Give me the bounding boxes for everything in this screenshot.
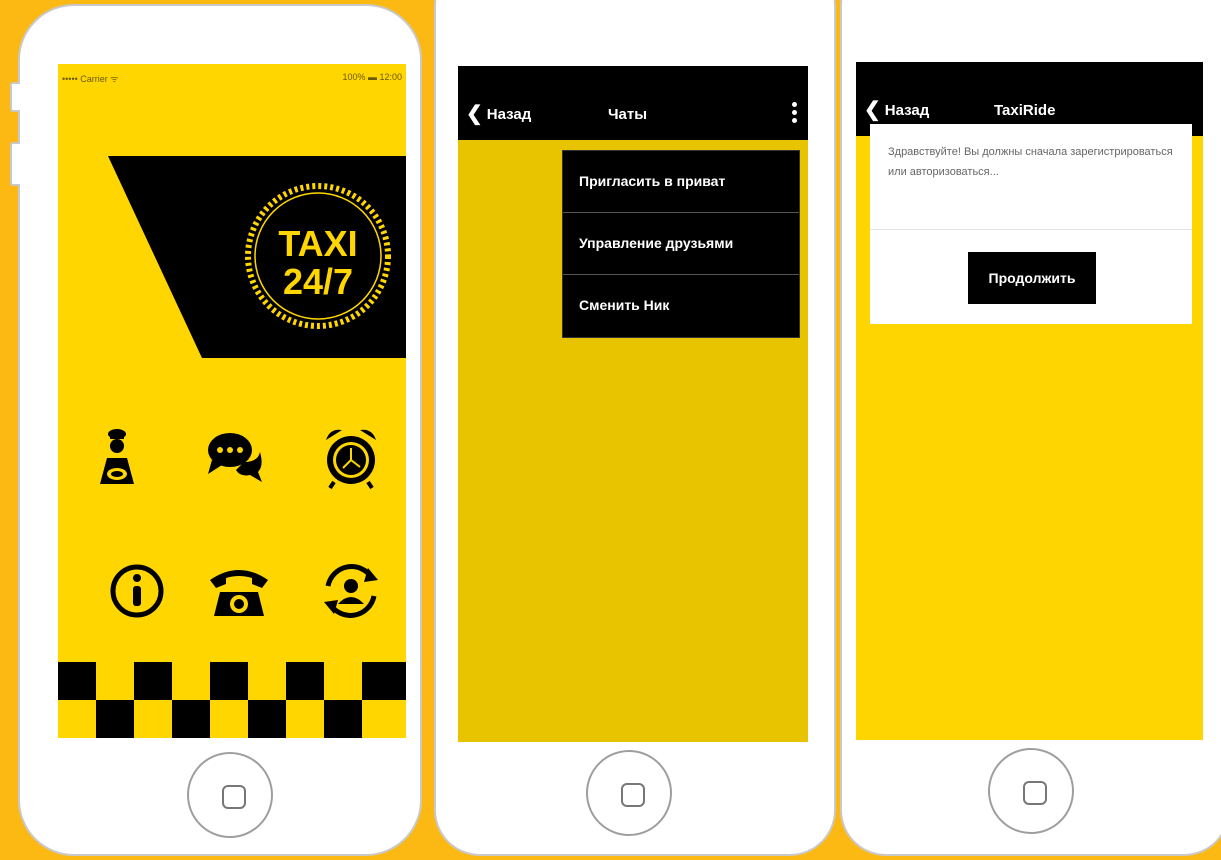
continue-button[interactable]: Продолжить: [968, 252, 1096, 304]
home-screen: ••••• Carrier ᯤ 100% ▬ 12:00 TAXI 24/7: [58, 64, 406, 738]
status-bar: ••••• Carrier ᯤ 100% ▬ 12:00: [58, 64, 406, 86]
page-title: Чаты: [608, 106, 648, 123]
logo-text-taxi: TAXI: [278, 223, 357, 264]
more-menu-icon[interactable]: [790, 102, 798, 128]
phone-mockup-home: ••••• Carrier ᯤ 100% ▬ 12:00 TAXI 24/7: [18, 4, 422, 856]
back-label: Назад: [486, 105, 532, 123]
dropdown-menu: Пригласить в приват Управление друзьями …: [562, 150, 800, 338]
nav-bar: ❮ Назад Чаты: [458, 66, 808, 140]
info-icon[interactable]: [102, 556, 172, 626]
chats-screen: ❮ Назад Чаты Пригласить в приват Управле…: [458, 66, 808, 742]
checker-strip: [58, 662, 406, 738]
phone-mockup-taxiride: ❮ Назад TaxiRide Здравствуйте! Вы должны…: [840, 0, 1221, 856]
menu-item-manage-friends[interactable]: Управление друзьями: [563, 213, 799, 275]
auth-dialog: Здравствуйте! Вы должны сначала зарегист…: [870, 124, 1192, 324]
side-button: [10, 142, 20, 186]
menu-item-invite-private[interactable]: Пригласить в приват: [563, 151, 799, 213]
back-button[interactable]: ❮ Назад: [864, 100, 929, 120]
chevron-left-icon: ❮: [466, 103, 483, 125]
alarm-clock-icon[interactable]: [316, 422, 386, 492]
home-button[interactable]: [586, 750, 672, 836]
back-button[interactable]: ❮ Назад: [466, 104, 531, 124]
menu-item-change-nick[interactable]: Сменить Ник: [563, 275, 799, 337]
phone-mockup-chats: ❮ Назад Чаты Пригласить в приват Управле…: [434, 0, 836, 856]
taxi-banner: TAXI 24/7: [108, 156, 406, 358]
taxi-logo: TAXI 24/7: [108, 156, 406, 358]
telephone-icon[interactable]: [204, 556, 274, 626]
driver-icon[interactable]: [82, 422, 152, 492]
user-refresh-icon[interactable]: [316, 556, 386, 626]
chat-icon[interactable]: [200, 422, 270, 492]
status-carrier: ••••• Carrier ᯤ: [62, 74, 119, 84]
side-button: [10, 82, 20, 112]
dialog-message: Здравствуйте! Вы должны сначала зарегист…: [870, 124, 1192, 230]
status-battery-time: 100% ▬ 12:00: [342, 72, 402, 82]
page-title: TaxiRide: [994, 102, 1056, 119]
logo-text-247: 24/7: [283, 261, 353, 302]
taxiride-screen: ❮ Назад TaxiRide Здравствуйте! Вы должны…: [856, 62, 1203, 740]
home-button[interactable]: [187, 752, 273, 838]
chevron-left-icon: ❮: [864, 99, 881, 121]
back-label: Назад: [884, 101, 930, 119]
home-button[interactable]: [988, 748, 1074, 834]
